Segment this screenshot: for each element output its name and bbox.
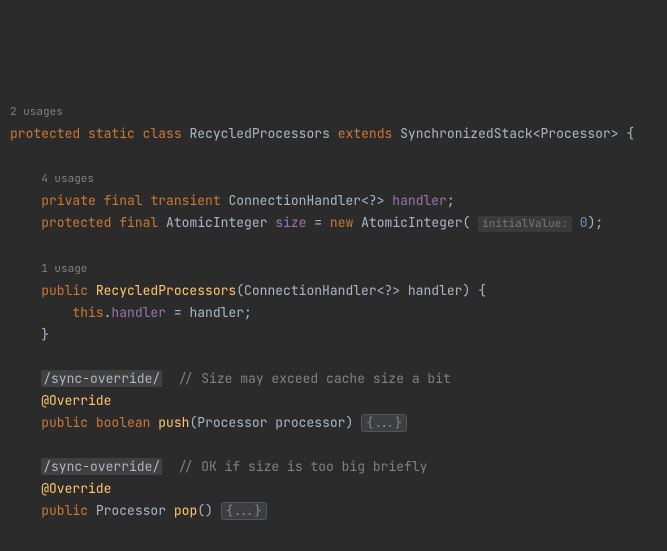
param-ref[interactable]: handler (189, 304, 244, 321)
class-name[interactable]: RecycledProcessors (189, 125, 329, 142)
constructor-call[interactable]: AtomicInteger (361, 214, 462, 231)
method-pop[interactable]: pop (174, 502, 197, 519)
keyword-final: final (104, 192, 143, 209)
semicolon: ; (244, 304, 252, 321)
sync-override-tag[interactable]: /sync-override/ (41, 370, 162, 387)
keyword-transient: transient (150, 192, 220, 209)
paren-open: ( (463, 214, 471, 231)
keyword-class: class (143, 125, 182, 142)
field-ref[interactable]: handler (111, 304, 166, 321)
keyword-static: static (88, 125, 135, 142)
usages-hint[interactable]: 2 usages (10, 105, 63, 119)
field-size[interactable]: size (275, 214, 306, 231)
paren-open: ( (236, 282, 244, 299)
return-type: boolean (96, 414, 151, 431)
param-name: handler (408, 282, 463, 299)
number-literal: 0 (580, 214, 588, 231)
keyword-private: private (41, 192, 96, 209)
param-type[interactable]: ConnectionHandler<?> (244, 282, 400, 299)
paren-close: ) { (462, 282, 485, 299)
return-type[interactable]: Processor (96, 502, 166, 519)
comment: // OK if size is too big briefly (178, 458, 428, 475)
code-editor: 2 usages protected static class Recycled… (0, 88, 667, 551)
equals: = (166, 304, 189, 321)
brace-close: } (41, 326, 49, 343)
field-type[interactable]: ConnectionHandler<?> (228, 192, 384, 209)
field-handler[interactable]: handler (392, 192, 447, 209)
keyword-public: public (41, 414, 88, 431)
comment: // Size may exceed cache size a bit (178, 370, 451, 387)
keyword-extends: extends (338, 125, 393, 142)
equals: = (314, 214, 322, 231)
annotation-override[interactable]: @Override (41, 392, 111, 409)
keyword-protected: protected (10, 125, 80, 142)
paren-close: ); (588, 214, 604, 231)
param-type[interactable]: Processor (197, 414, 267, 431)
field-type[interactable]: AtomicInteger (166, 214, 267, 231)
generic-type[interactable]: Processor (541, 125, 611, 142)
fold-indicator[interactable]: {...} (221, 502, 267, 520)
keyword-protected: protected (41, 214, 111, 231)
keyword-this: this (72, 304, 103, 321)
paren-close: ) (205, 502, 213, 519)
semicolon: ; (447, 192, 455, 209)
sync-override-tag[interactable]: /sync-override/ (41, 458, 162, 475)
brace-open: > { (611, 125, 634, 142)
super-type[interactable]: SynchronizedStack< (400, 125, 540, 142)
keyword-public: public (41, 282, 88, 299)
fold-indicator[interactable]: {...} (361, 414, 407, 432)
param-name: processor (275, 414, 345, 431)
paren-close: ) (345, 414, 353, 431)
usages-hint[interactable]: 1 usage (41, 262, 87, 276)
method-push[interactable]: push (158, 414, 189, 431)
keyword-final: final (119, 214, 158, 231)
constructor-name[interactable]: RecycledProcessors (96, 282, 236, 299)
usages-hint[interactable]: 4 usages (41, 172, 94, 186)
parameter-hint[interactable]: initialValue: (478, 216, 572, 232)
keyword-new: new (330, 214, 353, 231)
paren-open: ( (197, 502, 205, 519)
annotation-override[interactable]: @Override (41, 480, 111, 497)
keyword-public: public (41, 502, 88, 519)
